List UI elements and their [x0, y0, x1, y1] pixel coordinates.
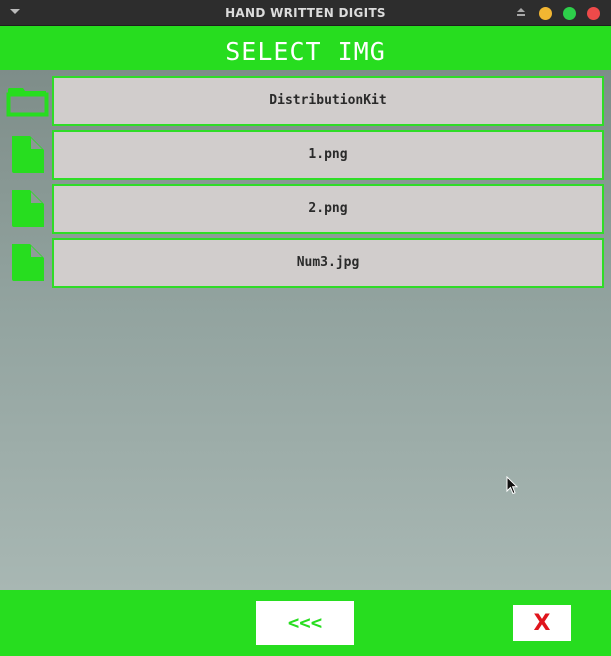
file-icon: [12, 244, 44, 281]
minimize-button[interactable]: [539, 7, 552, 20]
list-item: DistributionKit: [0, 72, 611, 126]
close-button[interactable]: X: [513, 605, 571, 641]
maximize-button[interactable]: [563, 7, 576, 20]
list-item: 2.png: [0, 180, 611, 234]
window-titlebar[interactable]: HAND WRITTEN DIGITS: [0, 0, 611, 26]
back-button[interactable]: <<<: [256, 601, 354, 645]
file-icon: [12, 190, 44, 227]
file-button-1-png[interactable]: 1.png: [52, 130, 604, 180]
file-button-num3-jpg[interactable]: Num3.jpg: [52, 238, 604, 288]
folder-icon: [6, 88, 49, 117]
file-button-distributionkit[interactable]: DistributionKit: [52, 76, 604, 126]
close-window-button[interactable]: [587, 7, 600, 20]
list-item: 1.png: [0, 126, 611, 180]
bottom-bar: <<< X: [0, 590, 611, 656]
mouse-cursor-icon: [506, 476, 518, 495]
file-icon: [12, 136, 44, 173]
file-list: DistributionKit 1.png 2.png Num3.jpg: [0, 70, 611, 590]
page-title: SELECT IMG: [0, 26, 611, 70]
list-item: Num3.jpg: [0, 234, 611, 288]
file-button-2-png[interactable]: 2.png: [52, 184, 604, 234]
shade-icon[interactable]: [516, 8, 526, 18]
